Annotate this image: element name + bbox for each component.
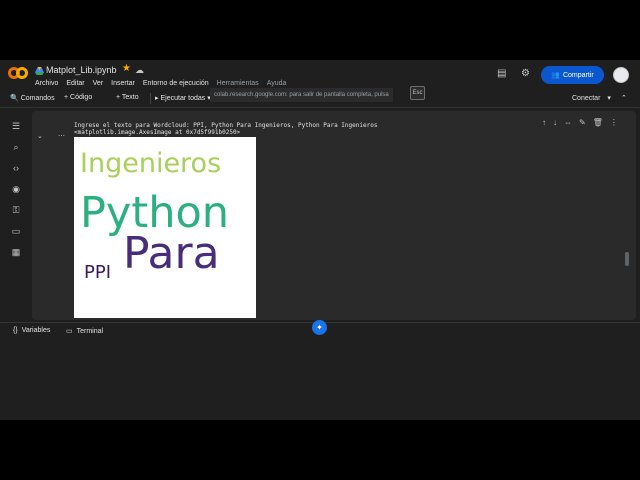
- menu-insertar[interactable]: Insertar: [111, 80, 135, 87]
- menu-editar[interactable]: Editar: [66, 80, 84, 87]
- files-icon[interactable]: ▭: [10, 225, 22, 237]
- chevron-up-icon[interactable]: ⌃: [621, 94, 627, 102]
- share-button[interactable]: 👥 Compartir: [541, 66, 604, 84]
- braces-icon: {}: [13, 327, 18, 334]
- more-icon[interactable]: ⋮: [610, 118, 618, 127]
- scrollbar-thumb[interactable]: [625, 252, 629, 266]
- colab-logo[interactable]: [8, 67, 28, 81]
- add-code-button[interactable]: + Código: [64, 94, 92, 101]
- menu-ayuda[interactable]: Ayuda: [267, 80, 287, 87]
- toolbar-divider: [150, 93, 151, 104]
- comments-icon[interactable]: ▤: [497, 68, 506, 79]
- gemini-sparkle-button[interactable]: ✦: [312, 320, 327, 335]
- commands-label: Comandos: [20, 94, 55, 102]
- menu-ver[interactable]: Ver: [93, 80, 104, 87]
- esc-key-hint: Esc: [410, 86, 425, 100]
- connect-button[interactable]: Conectar ▾: [572, 94, 611, 103]
- play-icon: ▸: [155, 95, 159, 102]
- menu-herramientas[interactable]: Herramientas: [217, 80, 259, 87]
- menu-archivo[interactable]: Archivo: [35, 80, 58, 87]
- colab-window: Matplot_Lib.ipynb ★ ☁ Archivo Editar Ver…: [0, 60, 640, 420]
- secrets-icon[interactable]: ⚿: [10, 204, 22, 216]
- fullscreen-tooltip: colab.research.google.com: para salir de…: [210, 88, 393, 102]
- code-snippets-icon[interactable]: ‹›: [10, 162, 22, 174]
- run-all-button[interactable]: ▸ Ejecutar todas ▾: [155, 94, 211, 103]
- app-header: Matplot_Lib.ipynb ★ ☁ Archivo Editar Ver…: [0, 60, 640, 90]
- table-of-contents-icon[interactable]: ☰: [10, 120, 22, 132]
- settings-icon[interactable]: ⚙: [521, 68, 530, 79]
- letterbox-bottom: [0, 420, 640, 480]
- search-icon: 🔍: [10, 95, 19, 102]
- cloud-sync-icon[interactable]: ☁: [135, 65, 144, 76]
- terminal-grid-icon[interactable]: ▦: [10, 246, 22, 258]
- variables-label: Variables: [21, 327, 51, 334]
- star-icon[interactable]: ★: [122, 63, 131, 74]
- output-menu-icon[interactable]: ⋯: [58, 132, 66, 140]
- menu-bar: Archivo Editar Ver Insertar Entorno de e…: [35, 80, 286, 87]
- wordcloud-word: PPI: [84, 262, 112, 283]
- terminal-button[interactable]: ▭ Terminal: [66, 327, 104, 336]
- cell-toolbar: ↑ ↓ ⇔ ✎ 🗑 ⋮: [542, 118, 618, 127]
- output-text: Ingrese el texto para Wordcloud: PPI, Py…: [74, 122, 378, 129]
- collapse-chevron-icon[interactable]: ⌄: [37, 132, 43, 140]
- find-icon[interactable]: ⌕: [10, 141, 22, 153]
- wordcloud-word: Para: [123, 228, 220, 279]
- people-icon: 👥: [551, 72, 560, 79]
- delete-icon[interactable]: 🗑: [593, 118, 603, 127]
- move-down-icon[interactable]: ↓: [553, 118, 557, 127]
- run-all-label: Ejecutar todas: [160, 94, 206, 102]
- link-icon[interactable]: ⇔: [564, 118, 572, 127]
- avatar[interactable]: [613, 67, 629, 83]
- output-repr: <matplotlib.image.AxesImage at 0x7d5f991…: [74, 129, 241, 136]
- add-text-button[interactable]: + Texto: [116, 94, 139, 101]
- left-rail: ☰ ⌕ ‹› ◉ ⚿ ▭ ▦: [0, 108, 32, 320]
- letterbox-top: [0, 0, 640, 60]
- chevron-down-icon: ▾: [607, 95, 611, 102]
- terminal-label: Terminal: [76, 327, 104, 335]
- edit-icon[interactable]: ✎: [579, 118, 586, 127]
- share-label: Compartir: [562, 71, 594, 79]
- commands-button[interactable]: 🔍 Comandos: [10, 94, 55, 103]
- empty-panel: [0, 341, 640, 420]
- variables-button[interactable]: {} Variables: [13, 327, 50, 334]
- move-up-icon[interactable]: ↑: [542, 118, 546, 127]
- drive-icon: [35, 67, 44, 75]
- variables-icon[interactable]: ◉: [10, 183, 22, 195]
- wordcloud-word: Ingenieros: [80, 148, 222, 179]
- connect-label: Conectar: [572, 94, 601, 102]
- wordcloud-image: Ingenieros Python Para PPI: [74, 137, 256, 318]
- terminal-icon: ▭: [66, 328, 73, 335]
- menu-entorno[interactable]: Entorno de ejecución: [143, 80, 209, 87]
- notebook-title[interactable]: Matplot_Lib.ipynb: [46, 65, 117, 75]
